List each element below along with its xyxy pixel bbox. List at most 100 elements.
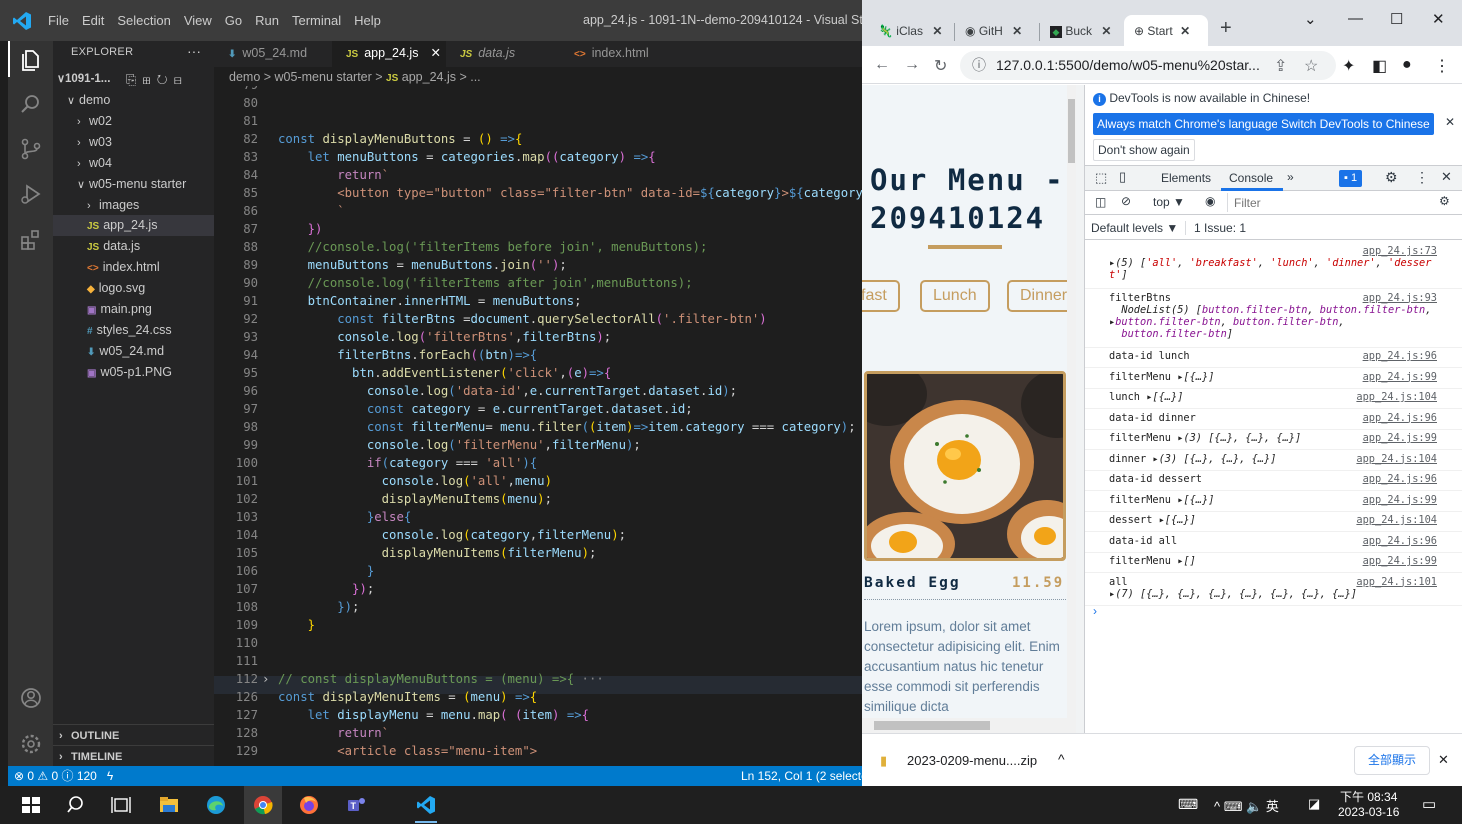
tab-bucket[interactable]: ◆ Buck ✕ xyxy=(1050,17,1111,45)
dont-show-again-button[interactable]: Don't show again xyxy=(1093,139,1195,161)
maximize-icon[interactable]: ☐ xyxy=(1390,10,1403,28)
profile-avatar-icon[interactable]: ● xyxy=(1402,56,1412,74)
match-language-button[interactable]: Always match Chrome's language xyxy=(1093,113,1283,135)
console-prompt-icon[interactable]: › xyxy=(1093,604,1097,618)
fold-chevron-icon[interactable]: › xyxy=(262,672,269,686)
tab-elements[interactable]: Elements xyxy=(1161,171,1211,185)
explorer-item[interactable]: # styles_24.css xyxy=(53,320,214,341)
console-source-link[interactable]: app_24.js:104 xyxy=(1356,514,1437,526)
console-filter-input[interactable] xyxy=(1227,193,1415,212)
filter-btn-dinner[interactable]: Dinner xyxy=(1007,280,1076,312)
tab-data-js[interactable]: JS data.js xyxy=(446,41,560,67)
console-source-link[interactable]: app_24.js:101 xyxy=(1356,576,1437,588)
search-icon[interactable] xyxy=(65,794,87,816)
close-tab-icon[interactable]: ✕ xyxy=(430,46,440,60)
new-file-icon[interactable]: ⎘⊞↻⊟ xyxy=(126,69,188,90)
file-explorer-icon[interactable] xyxy=(158,794,180,816)
system-tray[interactable]: ^ ⌨ 🔈 英 xyxy=(1214,796,1279,815)
more-tabs-icon[interactable]: » xyxy=(1287,170,1294,184)
console-source-link[interactable]: app_24.js:73 xyxy=(1363,245,1437,257)
vscode-taskbar-icon[interactable] xyxy=(415,794,437,816)
menu-go[interactable]: Go xyxy=(225,13,242,28)
chevron-up-icon[interactable]: ^ xyxy=(1058,751,1065,767)
edge-browser-icon[interactable] xyxy=(205,794,227,816)
devtools-resize-handle[interactable] xyxy=(1076,85,1084,733)
scroll-thumb[interactable] xyxy=(874,721,990,730)
bookmark-star-icon[interactable]: ☆ xyxy=(1304,56,1318,76)
console-message[interactable]: dinner ▸(3) [{…}, {…}, {…}] app_24.js:104 xyxy=(1085,451,1462,471)
menu-terminal[interactable]: Terminal xyxy=(292,13,341,28)
explorer-item[interactable]: ◆ logo.svg xyxy=(53,278,214,299)
kebab-menu-icon[interactable]: ⋮ xyxy=(1415,169,1429,186)
notification-icon[interactable]: ▭ xyxy=(1422,795,1436,813)
timeline-section[interactable]: › TIMELINE xyxy=(53,745,214,767)
breadcrumb-symbol[interactable]: ... xyxy=(470,70,480,84)
default-levels-dropdown[interactable]: Default levels ▼ xyxy=(1091,221,1178,235)
explorer-item[interactable]: ∨ w05-menu starter xyxy=(53,174,214,195)
keyboard-icon[interactable]: ⌨ xyxy=(1178,796,1198,813)
close-devtools-icon[interactable]: ✕ xyxy=(1441,169,1452,185)
filter-btn-lunch[interactable]: Lunch xyxy=(920,280,990,312)
device-toolbar-icon[interactable]: ▯ xyxy=(1119,169,1126,185)
console-source-link[interactable]: app_24.js:96 xyxy=(1363,412,1437,424)
explorer-files-icon[interactable] xyxy=(18,47,44,73)
close-tab-icon[interactable]: ✕ xyxy=(1180,24,1190,38)
explorer-item[interactable]: › images xyxy=(53,195,214,216)
console-message[interactable]: dessert ▸[{…}] app_24.js:104 xyxy=(1085,512,1462,532)
explorer-item[interactable]: ∨ demo xyxy=(53,90,214,111)
explorer-item[interactable]: ⬇ w05_24.md xyxy=(53,341,214,362)
menu-edit[interactable]: Edit xyxy=(82,13,104,28)
menu-file[interactable]: File xyxy=(48,13,69,28)
source-control-icon[interactable] xyxy=(18,136,44,162)
switch-chinese-button[interactable]: Switch DevTools to Chinese xyxy=(1277,113,1434,135)
menu-view[interactable]: View xyxy=(184,13,212,28)
tab-app-js[interactable]: JS app_24.js ✕ xyxy=(332,41,446,67)
console-source-link[interactable]: app_24.js:99 xyxy=(1363,432,1437,444)
clear-console-icon[interactable]: ⊘ xyxy=(1121,194,1131,208)
site-info-icon[interactable]: ⓘ xyxy=(972,51,986,80)
close-window-icon[interactable]: ✕ xyxy=(1432,10,1445,28)
menu-kebab-icon[interactable]: ⋮ xyxy=(1434,56,1450,76)
close-download-bar-icon[interactable]: ✕ xyxy=(1438,752,1449,768)
tab-w05-md[interactable]: ⬇ w05_24.md xyxy=(214,41,330,67)
console-message[interactable]: data-id dessert app_24.js:96 xyxy=(1085,471,1462,491)
console-source-link[interactable]: app_24.js:93 xyxy=(1363,292,1437,304)
account-icon[interactable] xyxy=(18,685,44,711)
console-message[interactable]: data-id dinner app_24.js:96 xyxy=(1085,410,1462,430)
explorer-item[interactable]: ▣ main.png xyxy=(53,299,214,320)
close-tab-icon[interactable]: ✕ xyxy=(932,24,942,38)
settings-gear-icon[interactable] xyxy=(18,731,44,757)
scroll-thumb[interactable] xyxy=(1068,99,1075,163)
run-debug-icon[interactable] xyxy=(18,181,44,207)
taskbar-clock[interactable]: 下午 08:34 2023-03-16 xyxy=(1338,790,1399,820)
workspace-root[interactable]: ∨1091-1... ⎘⊞↻⊟ xyxy=(53,69,214,90)
more-actions-icon[interactable]: ··· xyxy=(187,43,201,59)
close-tab-icon[interactable]: ✕ xyxy=(1012,24,1022,38)
ime-icon[interactable]: ◪ xyxy=(1308,796,1320,812)
tab-index-html[interactable]: <> index.html xyxy=(560,41,690,67)
console-source-link[interactable]: app_24.js:96 xyxy=(1363,535,1437,547)
side-panel-icon[interactable]: ◧ xyxy=(1372,56,1387,76)
tab-search-icon[interactable]: ⌄ xyxy=(1304,10,1317,28)
console-message[interactable]: filterBtns NodeList(5) [button.filter-bt… xyxy=(1085,290,1462,348)
console-message[interactable]: filterMenu ▸[] app_24.js:99 xyxy=(1085,553,1462,573)
firefox-icon[interactable] xyxy=(298,794,320,816)
extensions-puzzle-icon[interactable]: ✦ xyxy=(1342,56,1355,76)
close-tab-icon[interactable]: ✕ xyxy=(1101,24,1111,38)
sidebar-toggle-icon[interactable]: ◫ xyxy=(1095,195,1106,209)
search-icon[interactable] xyxy=(18,91,44,117)
explorer-item[interactable]: JS data.js xyxy=(53,236,214,257)
share-icon[interactable]: ⇪ xyxy=(1274,56,1287,76)
console-source-link[interactable]: app_24.js:99 xyxy=(1363,494,1437,506)
tab-console[interactable]: Console xyxy=(1229,171,1273,185)
issues-badge[interactable]: ▪ 1 xyxy=(1339,170,1363,187)
menu-help[interactable]: Help xyxy=(354,13,381,28)
task-view-icon[interactable] xyxy=(110,794,132,816)
console-message[interactable]: ▸(5) ['all', 'breakfast', 'lunch', 'dinn… xyxy=(1085,243,1462,289)
console-message[interactable]: filterMenu ▸[{…}] app_24.js:99 xyxy=(1085,369,1462,389)
console-source-link[interactable]: app_24.js:99 xyxy=(1363,555,1437,567)
new-tab-button[interactable]: + xyxy=(1220,14,1232,42)
windows-start-icon[interactable] xyxy=(20,794,42,816)
explorer-item[interactable]: JS app_24.js xyxy=(53,215,214,237)
breadcrumb-file[interactable]: app_24.js xyxy=(402,70,456,84)
